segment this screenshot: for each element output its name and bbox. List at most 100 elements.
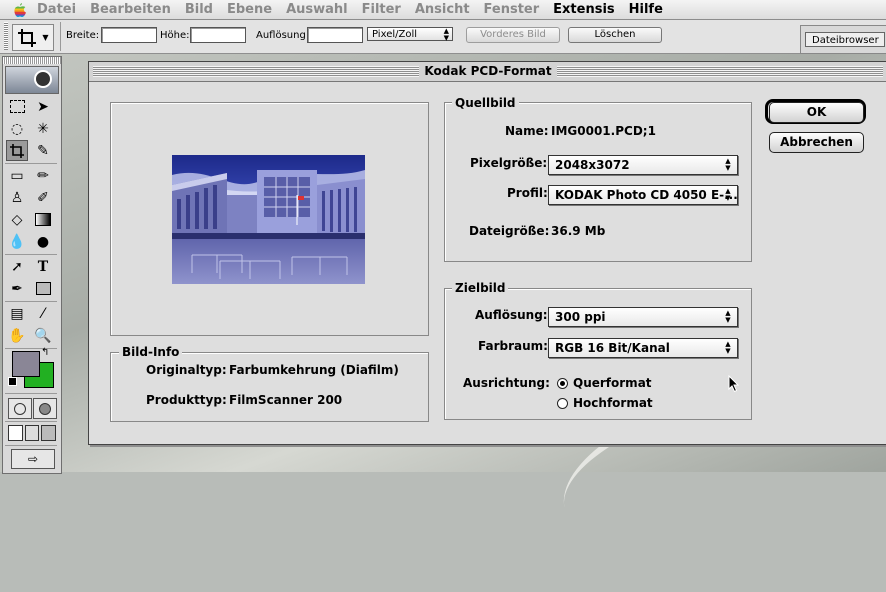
eraser-icon[interactable]: ◇ — [6, 209, 28, 230]
original-type-label: Originaltyp: — [146, 363, 227, 377]
resolution-field[interactable] — [307, 27, 363, 43]
menu-bar: Datei Bearbeiten Bild Ebene Auswahl Filt… — [0, 0, 886, 20]
cancel-button[interactable]: Abbrechen — [769, 132, 864, 153]
gradient-icon[interactable] — [32, 209, 54, 230]
pixel-size-value: 2048x3072 — [555, 158, 630, 172]
name-label: Name: — [505, 124, 549, 138]
slice-icon[interactable]: ✎ — [32, 140, 54, 161]
file-size-label: Dateigröße: — [469, 224, 550, 238]
healing-brush-icon[interactable]: ▭ — [6, 165, 28, 186]
profile-value: KODAK Photo CD 4050 E-... — [555, 188, 738, 202]
image-info-legend: Bild-Info — [119, 345, 183, 359]
ok-button[interactable]: OK — [769, 102, 864, 123]
screen-mode-menubar-icon[interactable] — [24, 425, 40, 441]
move-icon[interactable]: ➤ — [32, 96, 54, 117]
product-type-value: FilmScanner 200 — [229, 393, 343, 407]
file-browser-tab[interactable]: Dateibrowser — [805, 32, 885, 47]
apple-menu-icon[interactable] — [10, 0, 30, 19]
toolbox-divider — [5, 445, 57, 446]
original-type-value: Farbumkehrung (Diafilm) — [229, 363, 399, 377]
adobe-eye-logo[interactable] — [5, 66, 59, 94]
standard-mode-icon[interactable] — [8, 398, 32, 419]
toolbox-titlebar[interactable] — [3, 57, 61, 64]
options-bar-grip[interactable] — [4, 22, 8, 50]
height-field[interactable] — [190, 27, 246, 43]
toolbox-divider — [5, 254, 57, 255]
width-field[interactable] — [101, 27, 157, 43]
menu-bearbeiten[interactable]: Bearbeiten — [83, 2, 178, 17]
resolution-select[interactable]: 300 ppi ▲ ▼ — [548, 307, 738, 327]
resolution-unit-select[interactable]: Pixel/Zoll ▲ ▼ — [367, 27, 453, 42]
dialog-titlebar[interactable]: Kodak PCD-Format — [89, 62, 886, 82]
height-label: Höhe: — [160, 30, 190, 41]
dodge-icon[interactable]: ● — [32, 231, 54, 252]
resolution-label: Auflösung: — [256, 30, 310, 41]
name-value: IMG0001.PCD;1 — [551, 124, 656, 138]
color-space-label: Farbraum: — [478, 339, 548, 353]
path-select-icon[interactable]: ➚ — [6, 256, 28, 277]
menu-filter[interactable]: Filter — [355, 2, 408, 17]
source-image-legend: Quellbild — [452, 96, 519, 110]
crop-tool-icon[interactable] — [6, 140, 28, 161]
pixel-size-select[interactable]: 2048x3072 ▲ ▼ — [548, 155, 738, 175]
lasso-icon[interactable]: ◌ — [6, 118, 28, 139]
menu-hilfe[interactable]: Hilfe — [622, 2, 670, 17]
tool-preset-picker[interactable]: ▼ — [12, 24, 54, 51]
profile-label: Profil: — [507, 186, 548, 200]
landscape-radio[interactable] — [557, 378, 568, 389]
profile-select[interactable]: KODAK Photo CD 4050 E-... ▲ ▼ — [548, 185, 738, 205]
shape-icon[interactable] — [32, 278, 54, 299]
screen-mode-group — [8, 425, 57, 441]
foreground-color-swatch[interactable] — [12, 351, 40, 377]
updown-arrow-icon: ▲ ▼ — [443, 27, 449, 42]
type-icon[interactable]: T — [32, 256, 54, 277]
dialog-title: Kodak PCD-Format — [419, 62, 557, 81]
color-space-select[interactable]: RGB 16 Bit/Kanal ▲ ▼ — [548, 338, 738, 358]
jump-to-imageready-icon[interactable]: ⇨ — [11, 449, 55, 469]
toolbox-divider — [5, 393, 57, 394]
stamp-icon[interactable]: ♙ — [6, 187, 28, 208]
pen-icon[interactable]: ✒ — [6, 278, 28, 299]
resolution-value: 300 ppi — [555, 310, 606, 324]
brush-icon[interactable]: ✏ — [32, 165, 54, 186]
menu-datei[interactable]: Datei — [30, 2, 83, 17]
portrait-radio[interactable] — [557, 398, 568, 409]
marquee-icon[interactable] — [6, 96, 28, 117]
file-size-value: 36.9 Mb — [551, 224, 606, 238]
updown-arrow-icon: ▲ ▼ — [725, 309, 731, 324]
color-space-value: RGB 16 Bit/Kanal — [555, 341, 670, 355]
toolbox-divider — [5, 421, 57, 422]
kodak-pcd-dialog: Kodak PCD-Format Bild-Info Originaltyp: … — [88, 61, 886, 445]
orientation-label: Ausrichtung: — [463, 376, 550, 390]
screen-mode-standard-icon[interactable] — [8, 425, 23, 441]
toolbox: ➤ ◌ ✳ ✎ ▭ ✏ ♙ ✐ ◇ 💧 ● ➚ T ✒ ▤ ⁄ ✋ 🔍 ↰ ⇨ — [2, 56, 62, 474]
magic-wand-icon[interactable]: ✳ — [32, 118, 54, 139]
crop-icon — [18, 28, 37, 47]
menu-ansicht[interactable]: Ansicht — [408, 2, 477, 17]
eyedropper-icon[interactable]: ⁄ — [32, 303, 54, 324]
toolbox-divider — [5, 301, 57, 302]
quick-mask-icon[interactable] — [33, 398, 57, 419]
front-image-button[interactable]: Vorderes Bild — [466, 27, 560, 43]
menu-ebene[interactable]: Ebene — [220, 2, 279, 17]
updown-arrow-icon: ▲ ▼ — [725, 340, 731, 355]
landscape-label[interactable]: Querformat — [573, 376, 652, 390]
swap-colors-icon[interactable]: ↰ — [41, 347, 49, 358]
menu-fenster[interactable]: Fenster — [477, 2, 547, 17]
menu-extensis[interactable]: Extensis — [546, 2, 621, 17]
blur-icon[interactable]: 💧 — [6, 231, 28, 252]
chevron-down-icon: ▼ — [42, 33, 49, 42]
portrait-label[interactable]: Hochformat — [573, 396, 653, 410]
menu-bild[interactable]: Bild — [178, 2, 220, 17]
menu-auswahl[interactable]: Auswahl — [279, 2, 355, 17]
history-brush-icon[interactable]: ✐ — [32, 187, 54, 208]
default-colors-icon[interactable] — [8, 377, 17, 386]
zoom-icon[interactable]: 🔍 — [32, 325, 54, 346]
resolution-unit-value: Pixel/Zoll — [372, 29, 418, 40]
palette-well: Dateibrowser — [800, 25, 886, 54]
screen-mode-full-icon[interactable] — [41, 425, 57, 441]
hand-icon[interactable]: ✋ — [6, 325, 28, 346]
notes-icon[interactable]: ▤ — [6, 303, 28, 324]
clear-button[interactable]: Löschen — [568, 27, 662, 43]
width-label: Breite: — [66, 30, 100, 41]
